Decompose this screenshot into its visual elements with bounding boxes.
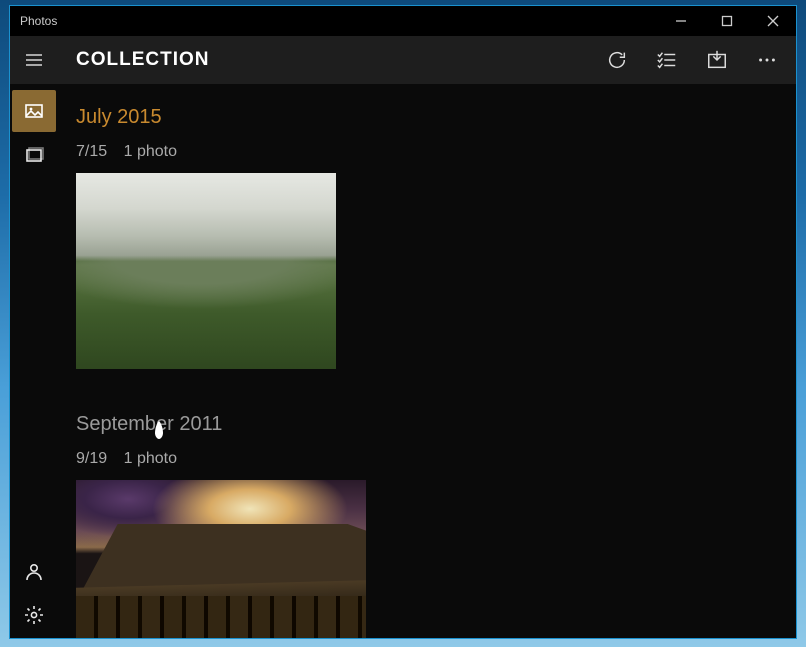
body: July 2015 7/15 1 photo September 2011 9/… bbox=[10, 84, 796, 638]
select-icon bbox=[656, 49, 678, 71]
photos-window: Photos COLLECTION bbox=[10, 6, 796, 638]
sidebar-item-collection[interactable] bbox=[12, 90, 56, 132]
photo-group: September 2011 9/19 1 photo bbox=[76, 413, 784, 638]
hamburger-button[interactable] bbox=[10, 36, 58, 84]
group-date[interactable]: 7/15 bbox=[76, 143, 107, 160]
photo-thumbnail[interactable] bbox=[76, 173, 336, 369]
sidebar-item-albums[interactable] bbox=[12, 134, 56, 176]
content-scroll[interactable]: July 2015 7/15 1 photo September 2011 9/… bbox=[58, 84, 796, 638]
refresh-button[interactable] bbox=[592, 36, 642, 84]
hamburger-icon bbox=[24, 50, 44, 70]
albums-icon bbox=[24, 145, 44, 165]
gear-icon bbox=[24, 605, 44, 625]
import-icon bbox=[706, 49, 728, 71]
group-title[interactable]: July 2015 bbox=[76, 106, 784, 129]
maximize-button[interactable] bbox=[704, 6, 750, 36]
photo-thumbnail[interactable] bbox=[76, 480, 366, 638]
photo-group: July 2015 7/15 1 photo bbox=[76, 106, 784, 369]
group-count: 1 photo bbox=[124, 143, 177, 160]
group-subtitle: 7/15 1 photo bbox=[76, 143, 784, 161]
titlebar: Photos bbox=[10, 6, 796, 36]
minimize-button[interactable] bbox=[658, 6, 704, 36]
picture-icon bbox=[24, 101, 44, 121]
page-title: COLLECTION bbox=[76, 49, 210, 71]
more-button[interactable] bbox=[742, 36, 792, 84]
sidebar-item-signin[interactable] bbox=[12, 550, 56, 592]
select-button[interactable] bbox=[642, 36, 692, 84]
close-button[interactable] bbox=[750, 6, 796, 36]
refresh-icon bbox=[606, 49, 628, 71]
group-count: 1 photo bbox=[124, 450, 177, 467]
sidebar-item-settings[interactable] bbox=[12, 594, 56, 636]
app-title: Photos bbox=[20, 14, 57, 28]
group-date[interactable]: 9/19 bbox=[76, 450, 107, 467]
minimize-icon bbox=[675, 15, 687, 27]
maximize-icon bbox=[721, 15, 733, 27]
more-icon bbox=[756, 49, 778, 71]
close-icon bbox=[767, 15, 779, 27]
group-subtitle: 9/19 1 photo bbox=[76, 450, 784, 468]
group-title[interactable]: September 2011 bbox=[76, 413, 784, 436]
person-icon bbox=[24, 561, 44, 581]
sidebar bbox=[10, 84, 58, 638]
commandbar: COLLECTION bbox=[58, 36, 796, 84]
desktop: Photos COLLECTION bbox=[0, 0, 806, 647]
import-button[interactable] bbox=[692, 36, 742, 84]
